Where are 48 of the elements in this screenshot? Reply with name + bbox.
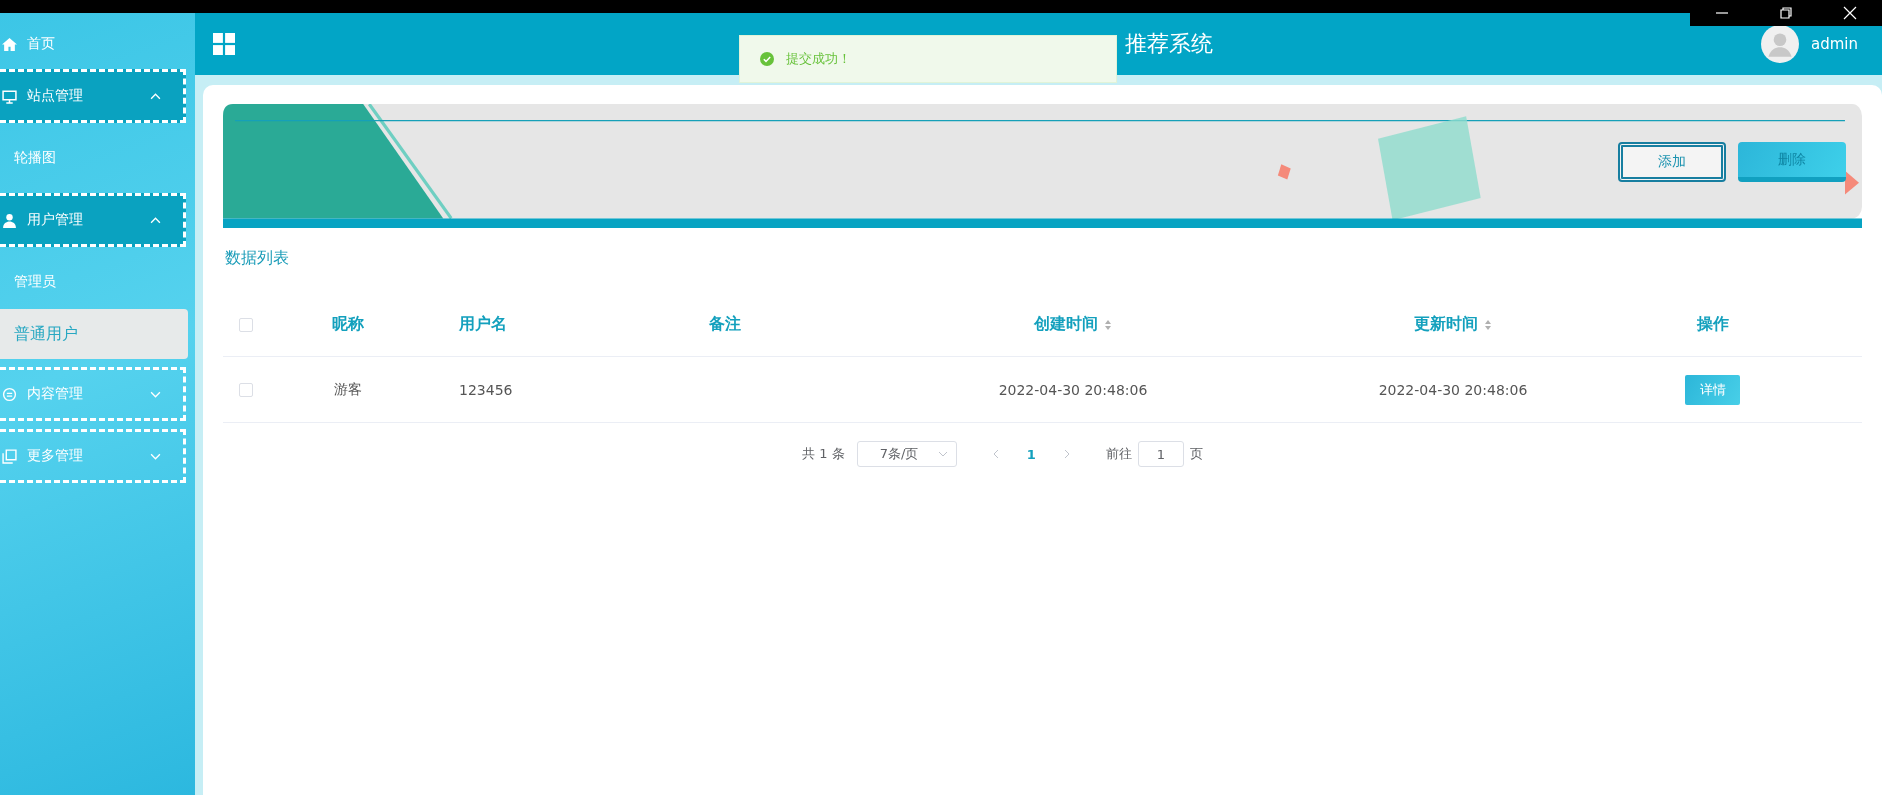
page-number[interactable]: 1 bbox=[1020, 446, 1042, 462]
table-cell: 123456 bbox=[459, 381, 513, 398]
checkbox[interactable] bbox=[239, 382, 253, 397]
sort-icon[interactable] bbox=[1104, 318, 1112, 331]
avatar-icon[interactable] bbox=[1761, 25, 1799, 63]
column-header[interactable]: 创建时间 bbox=[803, 314, 1343, 335]
grid-icon[interactable] bbox=[213, 33, 235, 55]
column-header: 昵称 bbox=[331, 314, 365, 335]
user-icon bbox=[2, 212, 17, 228]
sidebar-item[interactable]: 首页 bbox=[0, 27, 182, 61]
chat-icon bbox=[2, 386, 17, 402]
sidebar-item[interactable]: 管理员 bbox=[0, 255, 188, 309]
goto-label: 前往 bbox=[1105, 445, 1132, 463]
sidebar-group[interactable]: 站点管理 bbox=[0, 69, 186, 123]
sidebar-item[interactable]: 轮播图 bbox=[0, 131, 188, 185]
monitor-icon bbox=[2, 88, 17, 104]
column-header: 用户名 bbox=[458, 314, 508, 335]
page-suffix: 页 bbox=[1189, 445, 1203, 463]
column-header[interactable]: 更新时间 bbox=[1343, 314, 1563, 335]
checkbox[interactable] bbox=[239, 317, 253, 332]
sidebar-group[interactable]: 内容管理 bbox=[0, 367, 186, 421]
sidebar-item[interactable]: 普通用户 bbox=[0, 309, 188, 359]
sidebar-group[interactable]: 用户管理 bbox=[0, 193, 186, 247]
table-cell: 2022-04-30 20:48:06 bbox=[1378, 381, 1528, 398]
sidebar-group[interactable]: 更多管理 bbox=[0, 429, 186, 483]
caret-down-icon bbox=[937, 451, 948, 457]
sort-icon[interactable] bbox=[1484, 318, 1492, 331]
check-icon bbox=[760, 52, 774, 66]
column-header: 操作 bbox=[1695, 314, 1730, 335]
copy-icon bbox=[2, 448, 17, 464]
total-count: 共 1 条 bbox=[802, 445, 845, 463]
app-title: 推荐系统 bbox=[1125, 30, 1213, 58]
close-icon[interactable] bbox=[1843, 6, 1857, 20]
home-icon bbox=[2, 36, 17, 52]
restore-icon[interactable] bbox=[1779, 6, 1793, 20]
user-name[interactable]: admin bbox=[1811, 35, 1858, 53]
next-icon[interactable] bbox=[1063, 449, 1070, 459]
table-cell: 游客 bbox=[334, 380, 362, 399]
delete-button[interactable]: 删除 bbox=[1738, 142, 1846, 182]
previous-icon[interactable] bbox=[992, 449, 999, 459]
table-cell: 2022-04-30 20:48:06 bbox=[998, 381, 1148, 398]
add-button[interactable]: 添加 bbox=[1618, 142, 1726, 182]
column-header: 备注 bbox=[708, 314, 742, 335]
page-input[interactable]: 1 bbox=[1137, 441, 1184, 467]
toast-message: 提交成功！ bbox=[786, 50, 851, 68]
detail-button[interactable]: 详情 bbox=[1685, 374, 1740, 405]
section-title: 数据列表 bbox=[225, 248, 290, 269]
page-size-select[interactable]: 7条/页 bbox=[856, 441, 957, 467]
